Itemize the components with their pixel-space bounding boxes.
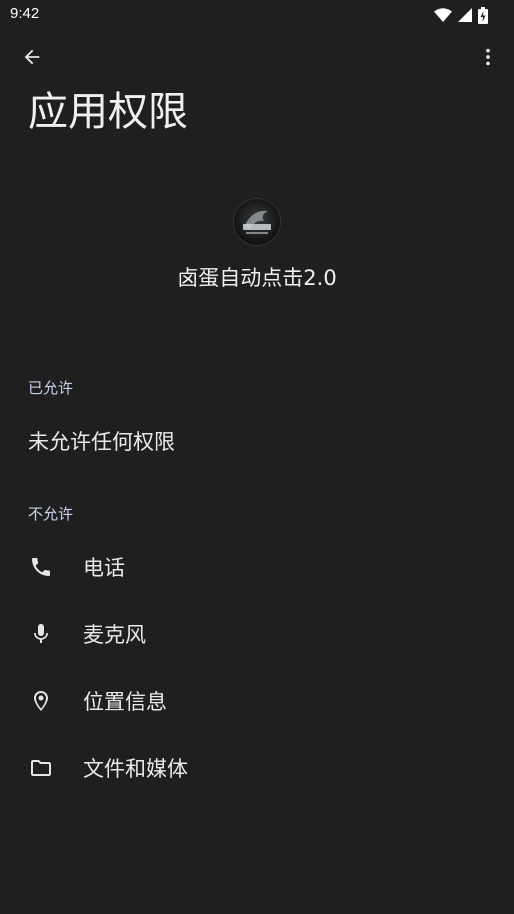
permission-label: 位置信息: [83, 690, 167, 714]
status-bar: 9:42: [0, 0, 514, 30]
page-title: 应用权限: [28, 89, 188, 135]
folder-icon: [29, 756, 53, 780]
status-time: 9:42: [10, 5, 40, 22]
section-header-allowed: 已允许: [28, 379, 74, 397]
permission-label: 麦克风: [83, 623, 146, 647]
permission-label: 文件和媒体: [83, 757, 188, 781]
app-header: 卤蛋自动点击2.0: [0, 198, 514, 292]
permission-row-files-media[interactable]: 文件和媒体: [0, 739, 514, 797]
location-icon: [29, 689, 53, 713]
cell-signal-icon: [458, 8, 472, 22]
back-button[interactable]: [12, 39, 52, 79]
permission-row-location[interactable]: 位置信息: [0, 672, 514, 730]
app-logo: [233, 198, 281, 246]
section-header-denied: 不允许: [28, 505, 74, 523]
status-icons: [434, 6, 488, 24]
permission-row-microphone[interactable]: 麦克风: [0, 605, 514, 663]
more-options-button[interactable]: [468, 39, 508, 79]
more-vert-icon: [477, 46, 499, 72]
permission-label: 电话: [83, 556, 125, 580]
arrow-back-icon: [21, 46, 43, 72]
wifi-icon: [434, 8, 452, 22]
no-permissions-text: 未允许任何权限: [28, 430, 175, 454]
phone-icon: [29, 555, 53, 579]
permission-row-phone[interactable]: 电话: [0, 538, 514, 596]
battery-icon: [478, 6, 488, 24]
mic-icon: [29, 622, 53, 646]
app-name: 卤蛋自动点击2.0: [177, 266, 337, 290]
